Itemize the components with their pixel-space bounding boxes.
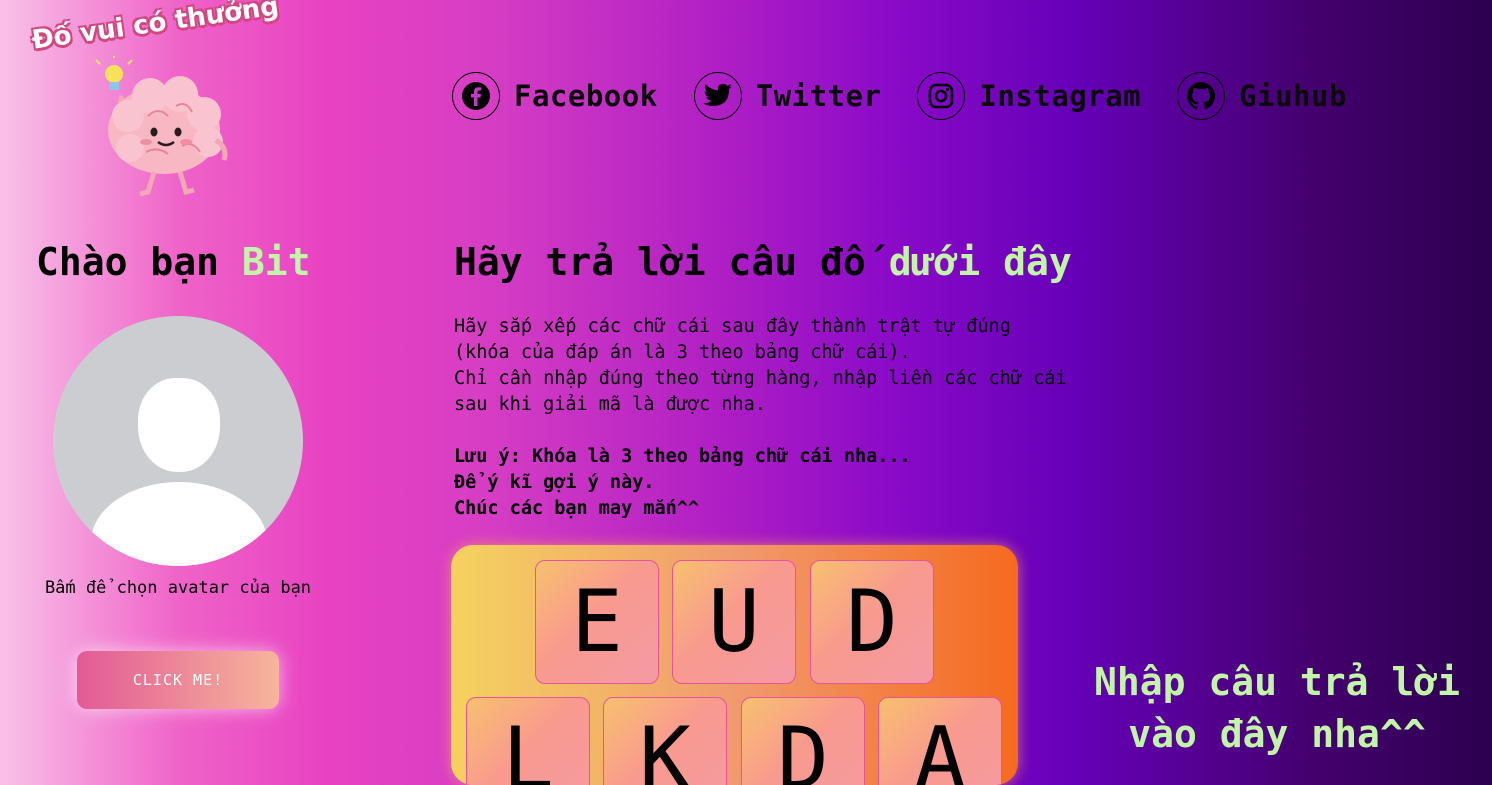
social-label-facebook: Facebook <box>514 79 658 113</box>
letter-tile: E <box>535 560 659 684</box>
social-label-twitter: Twitter <box>755 79 882 113</box>
letter-tile: D <box>810 560 934 684</box>
avatar-hint: Bấm để chọn avatar của bạn <box>44 578 312 598</box>
social-label-github: Giuhub <box>1239 79 1347 113</box>
heading-highlight: dưới đây <box>888 240 1072 284</box>
click-me-button[interactable]: CLICK ME! <box>77 651 279 709</box>
puzzle-board: E U D L K D A <box>451 545 1018 785</box>
social-link-facebook[interactable]: Facebook <box>452 72 658 120</box>
note-line: Để ý kĩ gợi ý này. <box>454 472 655 493</box>
site-logo[interactable]: Đố vui có thưởng <box>22 0 322 202</box>
logo-title: Đố vui có thưởng <box>30 0 281 56</box>
answer-prompt-line2: vào đây nha^^ <box>1128 712 1426 756</box>
note-line: Lưu ý: Khóa là 3 theo bảng chữ cái nha..… <box>454 446 911 467</box>
heading-prefix: Hãy trả lời câu đố <box>454 240 889 284</box>
social-label-instagram: Instagram <box>979 79 1142 113</box>
letter-tile: U <box>672 560 796 684</box>
instruction-line: Chỉ cần nhập đúng theo từng hàng, nhập l… <box>454 368 1067 389</box>
letter-tile: L <box>466 697 590 785</box>
note-line: Chúc các bạn may mắn^^ <box>454 498 700 519</box>
puzzle-heading: Hãy trả lời câu đố dưới đây <box>454 240 1072 284</box>
letter-tile: K <box>603 697 727 785</box>
facebook-icon <box>452 72 500 120</box>
social-nav: Facebook Twitter Instagram Giuhub <box>452 72 1383 120</box>
instruction-line: Hãy sắp xếp các chữ cái sau đây thành tr… <box>454 316 1011 337</box>
twitter-icon <box>693 72 742 120</box>
greeting: Chào bạn Bit <box>36 240 311 284</box>
greeting-prefix: Chào bạn <box>36 240 242 284</box>
answer-prompt-line1: Nhập câu trả lời <box>1093 660 1461 704</box>
avatar-picker[interactable] <box>53 316 303 566</box>
answer-prompt: Nhập câu trả lời vào đây nha^^ <box>1062 656 1492 760</box>
instruction-line: sau khi giải mã là được nha. <box>454 394 766 415</box>
instruction-line: (khóa của đáp án là 3 theo bảng chữ cái)… <box>454 342 911 363</box>
github-icon <box>1177 72 1226 120</box>
letter-tile: D <box>741 697 865 785</box>
greeting-username: Bit <box>241 240 311 284</box>
letter-tile: A <box>878 697 1002 785</box>
social-link-instagram[interactable]: Instagram <box>917 72 1141 120</box>
brain-mascot-icon <box>95 56 228 197</box>
instagram-icon <box>917 72 966 120</box>
social-link-twitter[interactable]: Twitter <box>693 72 882 120</box>
puzzle-instructions: Hãy sắp xếp các chữ cái sau đây thành tr… <box>454 314 1154 418</box>
social-link-github[interactable]: Giuhub <box>1177 72 1347 120</box>
puzzle-note: Lưu ý: Khóa là 3 theo bảng chữ cái nha..… <box>454 444 911 522</box>
